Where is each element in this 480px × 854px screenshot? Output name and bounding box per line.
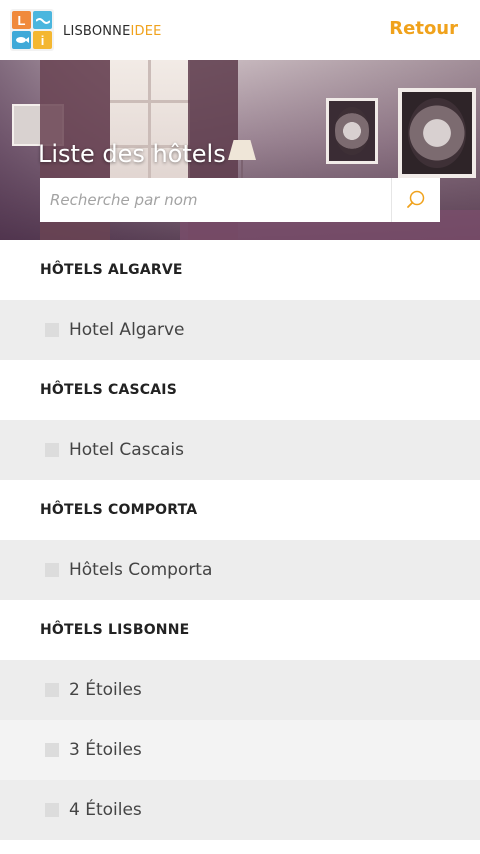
list-item-4-etoiles[interactable]: 4 Étoiles bbox=[0, 780, 480, 840]
list-item-hotel-algarve[interactable]: Hotel Algarve bbox=[0, 300, 480, 360]
section-header-algarve: HÔTELS ALGARVE bbox=[0, 240, 480, 300]
logo-cell-letter-i: i bbox=[33, 31, 52, 49]
list-item-hotels-comporta[interactable]: Hôtels Comporta bbox=[0, 540, 480, 600]
list-item-3-etoiles[interactable]: 3 Étoiles bbox=[0, 720, 480, 780]
checkbox[interactable] bbox=[45, 443, 59, 457]
back-button[interactable]: Retour bbox=[389, 18, 458, 39]
list-item-hotel-cascais[interactable]: Hotel Cascais bbox=[0, 420, 480, 480]
logo-cell-fish-icon bbox=[12, 31, 31, 49]
search-bar bbox=[40, 178, 440, 222]
page-title: Liste des hôtels bbox=[38, 140, 226, 168]
list-item-label: Hotel Cascais bbox=[69, 440, 184, 460]
section-header-cascais: HÔTELS CASCAIS bbox=[0, 360, 480, 420]
hero-bg-frame-small bbox=[326, 98, 378, 164]
app-header: L i LISBONNE IDEE Retour bbox=[0, 0, 480, 60]
search-input[interactable] bbox=[40, 178, 391, 222]
hero-banner: Liste des hôtels bbox=[0, 60, 480, 240]
app-logo: L i bbox=[10, 9, 54, 51]
checkbox[interactable] bbox=[45, 803, 59, 817]
section-header-lisbonne: HÔTELS LISBONNE bbox=[0, 600, 480, 660]
list-item-label: Hotel Algarve bbox=[69, 320, 185, 340]
section-header-comporta: HÔTELS COMPORTA bbox=[0, 480, 480, 540]
hero-bg-frame-large bbox=[398, 88, 476, 178]
logo-cell-wave-icon bbox=[33, 11, 52, 29]
checkbox[interactable] bbox=[45, 563, 59, 577]
list-item-label: 2 Étoiles bbox=[69, 680, 142, 700]
brand-primary: LISBONNE bbox=[63, 23, 131, 39]
list-item-label: 4 Étoiles bbox=[69, 800, 142, 820]
brand-secondary: IDEE bbox=[130, 23, 162, 39]
logo-cell-letter-l: L bbox=[12, 11, 31, 29]
checkbox[interactable] bbox=[45, 683, 59, 697]
checkbox[interactable] bbox=[45, 323, 59, 337]
hotel-list: HÔTELS ALGARVE Hotel Algarve HÔTELS CASC… bbox=[0, 240, 480, 840]
checkbox[interactable] bbox=[45, 743, 59, 757]
search-icon bbox=[407, 190, 425, 208]
list-item-label: 3 Étoiles bbox=[69, 740, 142, 760]
brand-name: LISBONNE IDEE bbox=[63, 21, 162, 41]
search-button[interactable] bbox=[391, 178, 440, 222]
list-item-label: Hôtels Comporta bbox=[69, 560, 213, 580]
list-item-2-etoiles[interactable]: 2 Étoiles bbox=[0, 660, 480, 720]
